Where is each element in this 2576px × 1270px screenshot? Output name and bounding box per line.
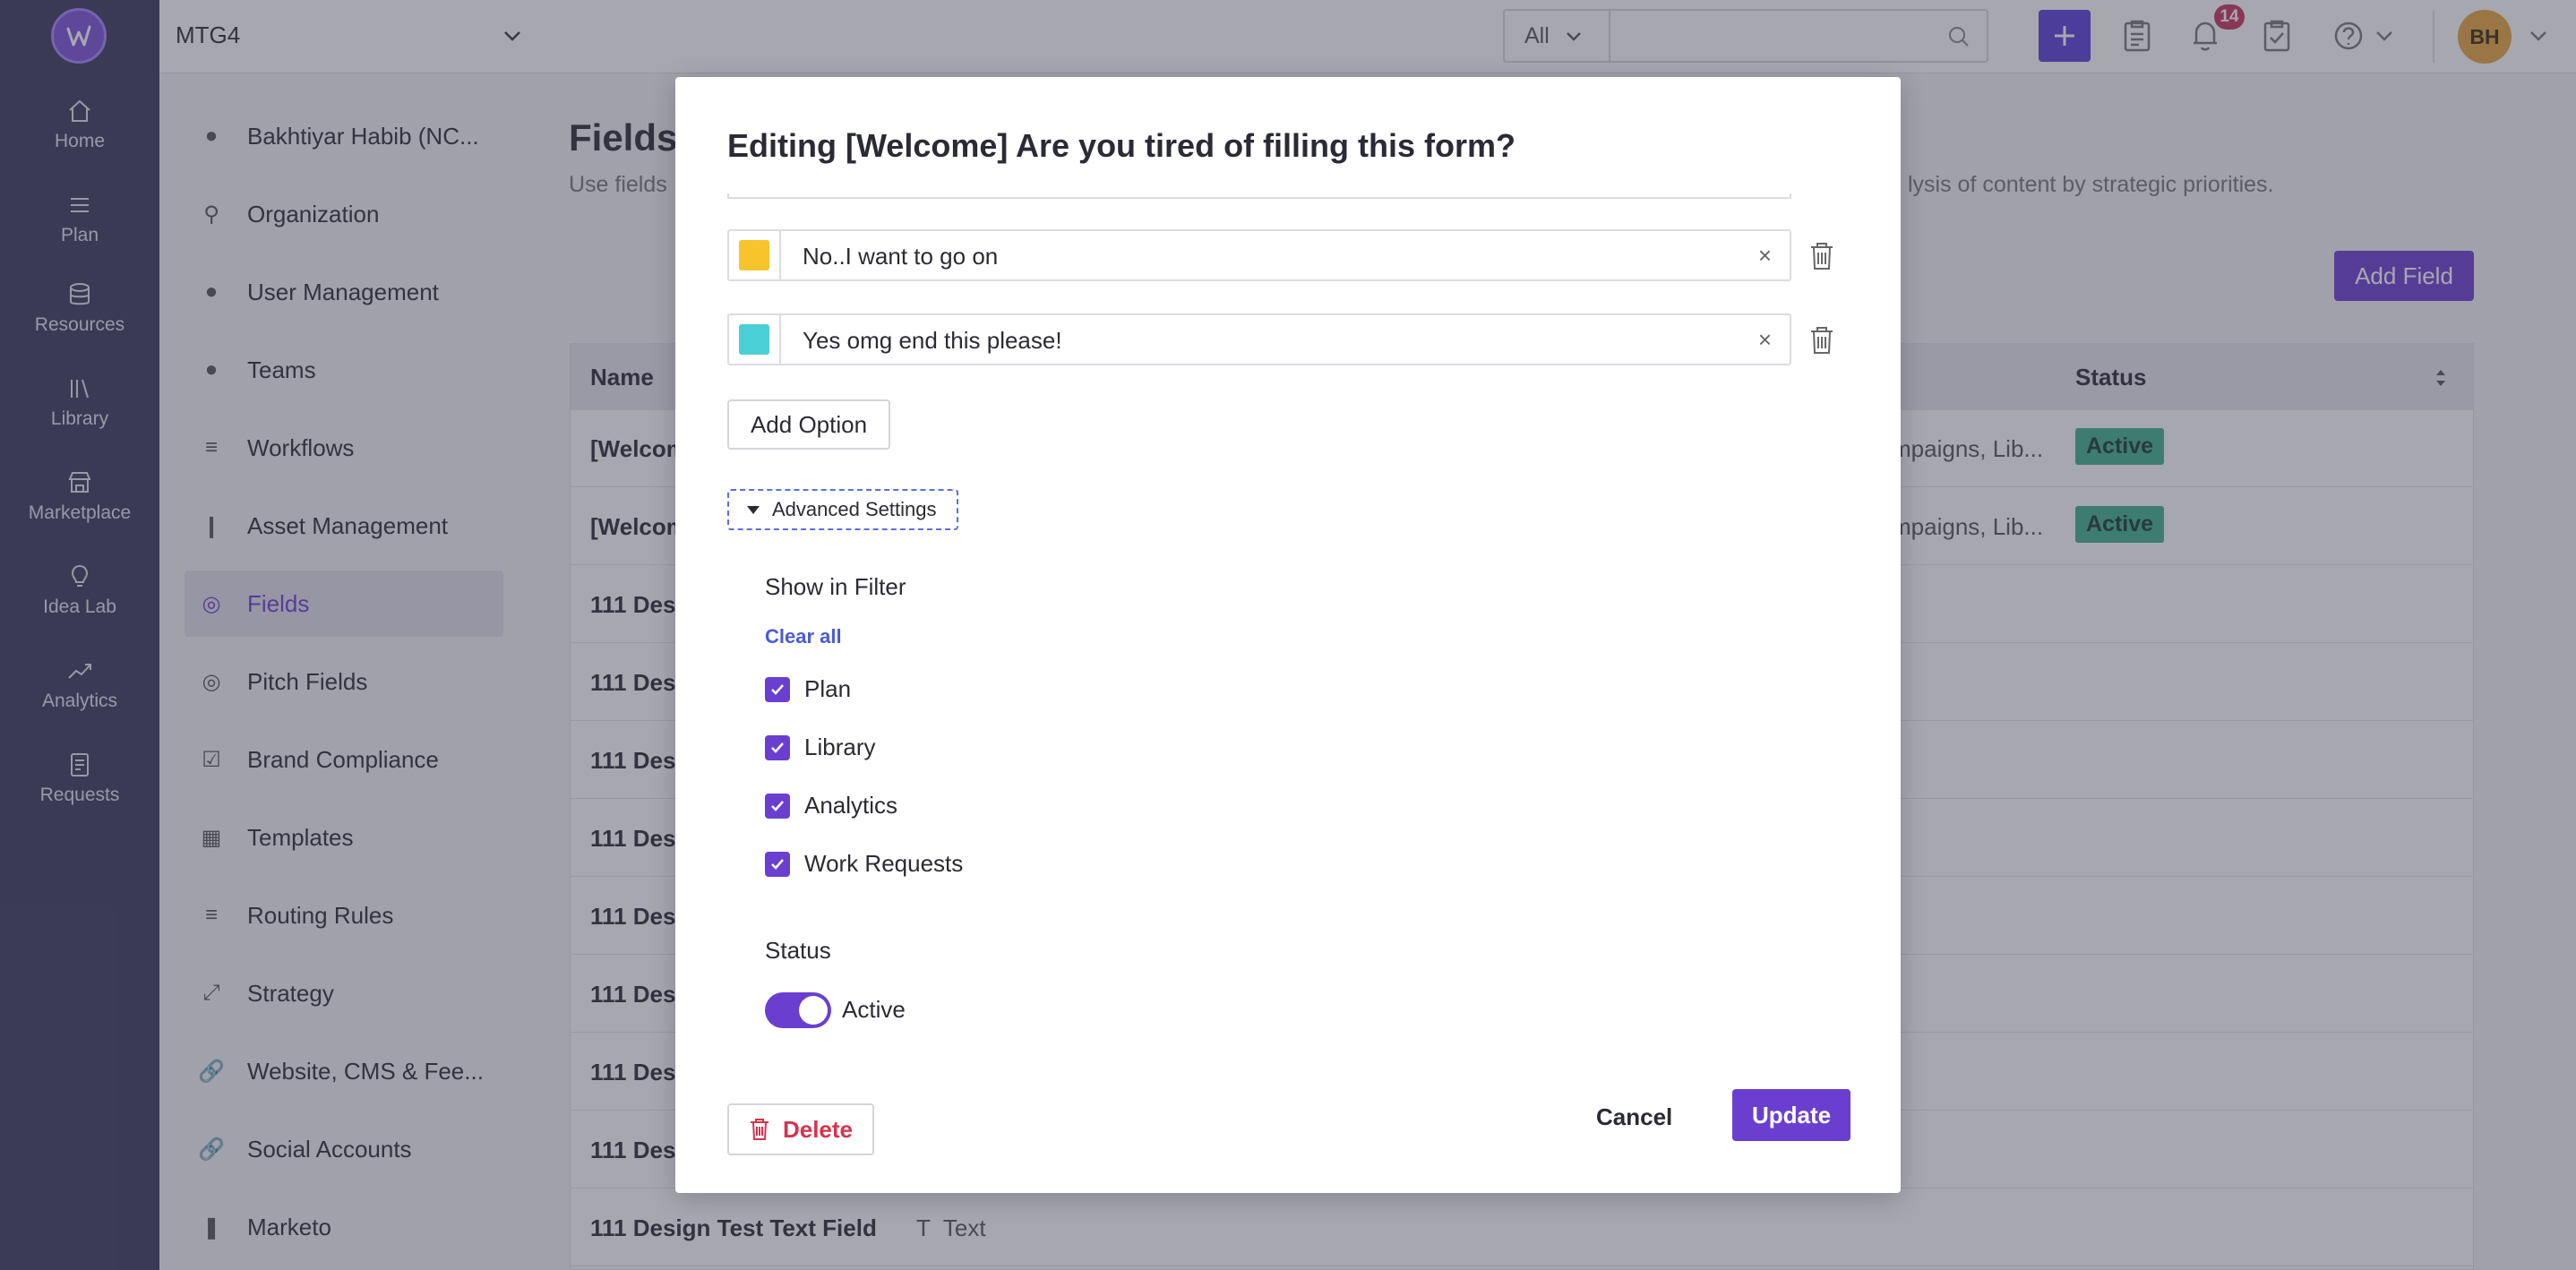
option-color-picker[interactable]: [729, 315, 781, 364]
option-row: No..I want to go on ×: [727, 229, 1791, 281]
status-label: Status: [765, 937, 831, 964]
update-button[interactable]: Update: [1732, 1089, 1850, 1141]
cancel-button[interactable]: Cancel: [1596, 1103, 1672, 1131]
trash-icon: [750, 1119, 769, 1140]
checkbox-checked-icon: [765, 734, 790, 760]
color-swatch: [739, 324, 769, 355]
status-toggle[interactable]: [765, 992, 831, 1028]
filter-checkbox-work-requests[interactable]: Work Requests: [765, 850, 963, 878]
checkbox-label: Work Requests: [804, 850, 964, 877]
caret-down-icon: [747, 505, 760, 514]
status-value: Active: [842, 996, 906, 1023]
option-row: Yes omg end this please! ×: [727, 313, 1791, 365]
color-swatch: [739, 240, 769, 270]
filter-checkbox-analytics[interactable]: Analytics: [765, 792, 897, 819]
edit-field-modal: Editing [Welcome] Are you tired of filli…: [675, 77, 1901, 1193]
trash-icon[interactable]: [1807, 240, 1836, 272]
add-option-button[interactable]: Add Option: [727, 399, 890, 450]
clear-icon[interactable]: ×: [1758, 242, 1772, 270]
option-color-picker[interactable]: [729, 231, 781, 279]
trash-icon[interactable]: [1807, 324, 1836, 356]
option-input[interactable]: Yes omg end this please!: [803, 327, 1062, 355]
clear-all-link[interactable]: Clear all: [765, 625, 842, 648]
toggle-knob: [799, 996, 828, 1025]
checkbox-checked-icon: [765, 851, 790, 877]
option-row-partial: [727, 193, 1791, 199]
checkbox-label: Analytics: [804, 792, 898, 819]
clear-icon[interactable]: ×: [1758, 326, 1772, 354]
filter-checkbox-library[interactable]: Library: [765, 734, 875, 761]
option-input[interactable]: No..I want to go on: [803, 243, 998, 270]
advanced-settings-label: Advanced Settings: [772, 498, 937, 520]
modal-title: Editing [Welcome] Are you tired of filli…: [727, 127, 1516, 164]
delete-label: Delete: [782, 1115, 854, 1143]
advanced-settings-toggle[interactable]: Advanced Settings: [727, 489, 958, 530]
checkbox-checked-icon: [765, 793, 790, 819]
delete-button[interactable]: Delete: [727, 1103, 874, 1155]
filter-checkbox-plan[interactable]: Plan: [765, 675, 851, 703]
checkbox-label: Library: [804, 734, 876, 760]
checkbox-label: Plan: [804, 675, 852, 702]
show-in-filter-label: Show in Filter: [765, 573, 906, 600]
checkbox-checked-icon: [765, 676, 790, 702]
